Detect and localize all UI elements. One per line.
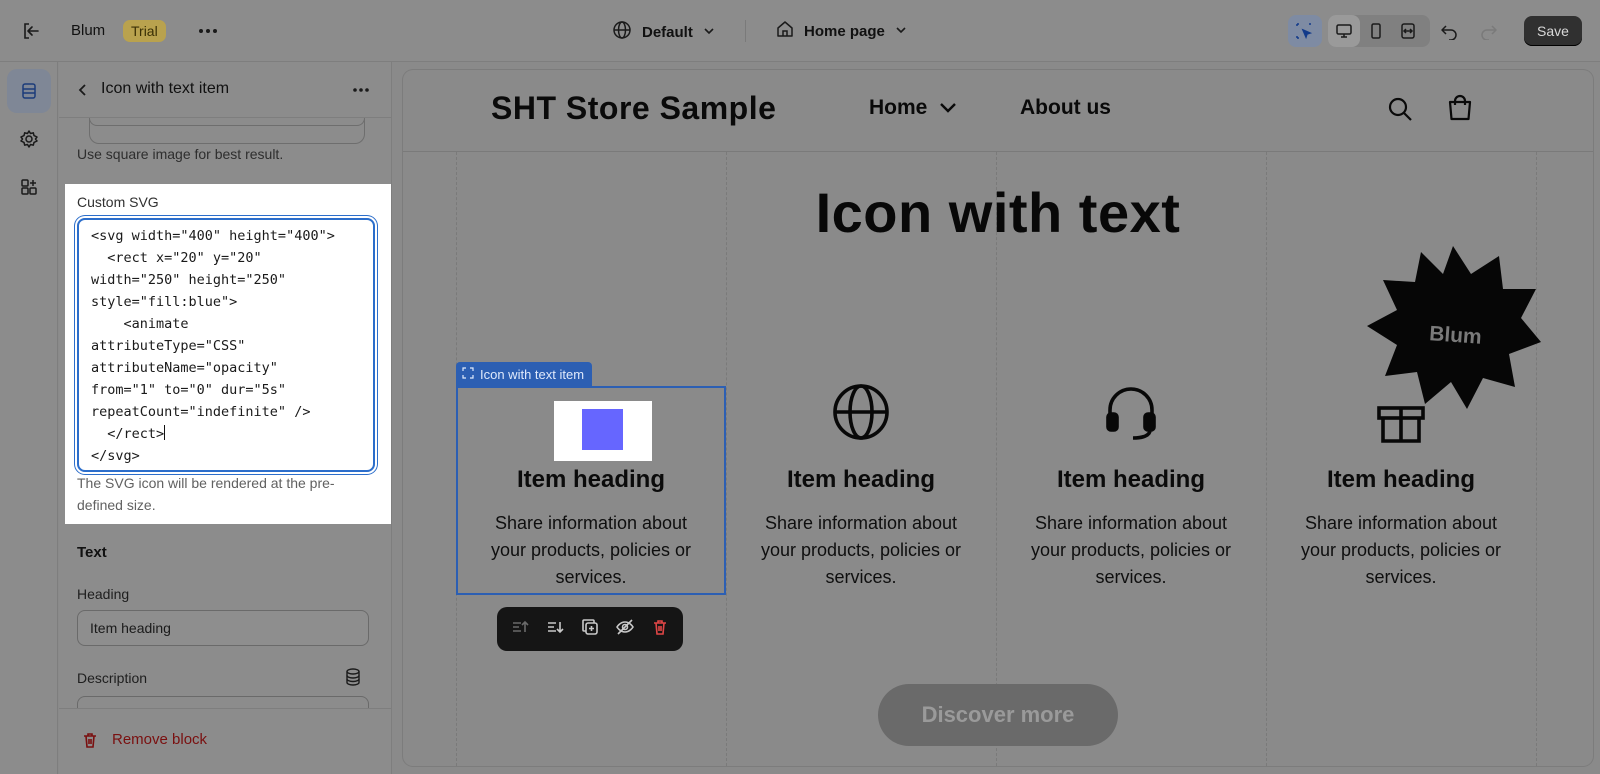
badge-text: Blum — [1428, 322, 1482, 349]
item-heading: Item heading — [786, 466, 936, 493]
nav-home-label: Home — [869, 96, 928, 119]
code-line: width="250" height="250" — [91, 272, 287, 288]
mobile-icon[interactable] — [1360, 15, 1392, 47]
selected-block-tag[interactable]: Icon with text item — [456, 362, 593, 386]
custom-svg-label: Custom SVG — [77, 194, 159, 210]
store-preview: SHT Store Sample Home About us Icon with… — [403, 70, 1593, 766]
duplicate-icon[interactable] — [581, 618, 599, 641]
code-line: style="fill:blue"> — [91, 294, 238, 310]
chevron-down-icon — [939, 96, 957, 120]
item-text: Share information about your products, p… — [760, 513, 962, 587]
more-icon[interactable] — [349, 80, 373, 100]
apps-icon[interactable] — [7, 165, 51, 209]
custom-svg-image[interactable] — [554, 401, 652, 461]
select-cursor-icon[interactable] — [1288, 15, 1320, 47]
code-line: <rect x="20" y="20" — [91, 250, 262, 266]
icon-text-item-1[interactable]: Item heading Share information about you… — [456, 466, 726, 591]
discover-more-button[interactable]: Discover more — [878, 684, 1118, 746]
store-name: Blum — [71, 22, 106, 39]
heading-input[interactable]: Item heading — [77, 610, 369, 646]
text-section-title: Text — [77, 544, 107, 561]
back-icon[interactable] — [73, 80, 93, 100]
settings-panel: Icon with text item Use square image for… — [59, 62, 392, 774]
page-selector[interactable]: Home page — [776, 20, 907, 42]
icon-text-item-2[interactable]: Item heading Share information about you… — [726, 466, 996, 591]
sections-icon[interactable] — [7, 69, 51, 113]
home-icon — [776, 20, 794, 42]
code-line-with-caret: </rect> — [91, 423, 361, 445]
inspector-toggle[interactable] — [1288, 15, 1322, 47]
store-logo[interactable]: SHT Store Sample — [491, 90, 776, 127]
trash-icon — [81, 731, 99, 754]
top-bar: Blum Trial Default Home page Save — [0, 0, 1600, 62]
save-button[interactable]: Save — [1524, 16, 1582, 46]
description-label: Description — [77, 670, 148, 686]
desktop-icon[interactable] — [1328, 15, 1360, 47]
chevron-down-icon — [703, 24, 715, 41]
dynamic-source-icon[interactable] — [345, 668, 363, 686]
more-icon[interactable] — [196, 20, 220, 42]
headset-icon — [996, 382, 1266, 442]
plan-badge: Trial — [123, 20, 166, 42]
icon-text-item-3[interactable]: Item heading Share information about you… — [996, 466, 1266, 591]
panel-header: Icon with text item — [59, 62, 391, 118]
code-line: </rect> — [91, 426, 165, 442]
move-up-icon[interactable] — [511, 618, 529, 641]
hide-icon[interactable] — [615, 618, 634, 641]
custom-svg-description: The SVG icon will be rendered at the pre… — [77, 475, 335, 513]
theme-selector[interactable]: Default — [612, 20, 715, 44]
item-text: Share information about your products, p… — [490, 513, 692, 587]
code-line: repeatCount="indefinite" /> — [91, 404, 311, 420]
undo-icon[interactable] — [1438, 20, 1460, 42]
section-heading: Icon with text — [815, 181, 1181, 244]
item-heading: Item heading — [1056, 466, 1206, 493]
heading-label: Heading — [77, 586, 130, 602]
selected-block-label: Icon with text item — [480, 366, 585, 382]
item-text: Share information about your products, p… — [1030, 513, 1232, 587]
nav-about[interactable]: About us — [1020, 96, 1111, 120]
divider — [745, 20, 746, 42]
code-line: attributeName="opacity" — [91, 360, 278, 376]
globe-icon — [726, 382, 996, 442]
item-text: Share information about your products, p… — [1300, 513, 1502, 587]
svg-rect — [582, 409, 623, 450]
store-header: SHT Store Sample Home About us — [403, 70, 1593, 152]
search-icon[interactable] — [1387, 96, 1413, 127]
chevron-down-icon — [895, 23, 907, 40]
item-heading: Item heading — [516, 466, 666, 493]
theme-selector-label: Default — [642, 23, 693, 41]
globe-icon — [612, 20, 632, 44]
custom-svg-textarea[interactable]: <svg width="400" height="400"> <rect x="… — [77, 218, 375, 472]
move-down-icon[interactable] — [546, 618, 564, 641]
cart-icon[interactable] — [1447, 94, 1473, 127]
delete-icon[interactable] — [651, 618, 669, 641]
code-line: <animate — [91, 316, 189, 332]
nav-home[interactable]: Home — [869, 96, 957, 120]
code-line: </svg> — [91, 448, 140, 464]
fullwidth-icon[interactable] — [1392, 15, 1424, 47]
code-line: from="1" to="0" dur="5s" — [91, 382, 287, 398]
custom-svg-card: Custom SVG <svg width="400" height="400"… — [65, 184, 391, 524]
remove-block-button[interactable]: Remove block — [59, 708, 391, 774]
redo-icon[interactable] — [1478, 20, 1500, 42]
exit-icon[interactable] — [20, 20, 42, 42]
remove-block-label: Remove block — [112, 731, 208, 748]
theme-settings-icon[interactable] — [7, 117, 51, 161]
icon-text-item-4[interactable]: Item heading Share information about you… — [1266, 466, 1536, 591]
block-toolbar — [497, 607, 683, 651]
frame-icon — [462, 366, 474, 382]
nav-about-label: About us — [1020, 96, 1111, 119]
text-caret — [164, 425, 166, 440]
code-line: attributeType="CSS" — [91, 338, 246, 354]
left-rail — [0, 62, 58, 774]
device-switcher — [1328, 15, 1430, 47]
code-line: <svg width="400" height="400"> — [91, 228, 335, 244]
page-selector-label: Home page — [804, 22, 885, 40]
gift-icon — [1266, 396, 1536, 444]
item-heading: Item heading — [1326, 466, 1476, 493]
heading-input-value: Item heading — [90, 620, 171, 636]
image-picker-field-edge[interactable] — [89, 118, 365, 126]
panel-title: Icon with text item — [101, 80, 230, 97]
image-hint: Use square image for best result. — [77, 146, 284, 162]
